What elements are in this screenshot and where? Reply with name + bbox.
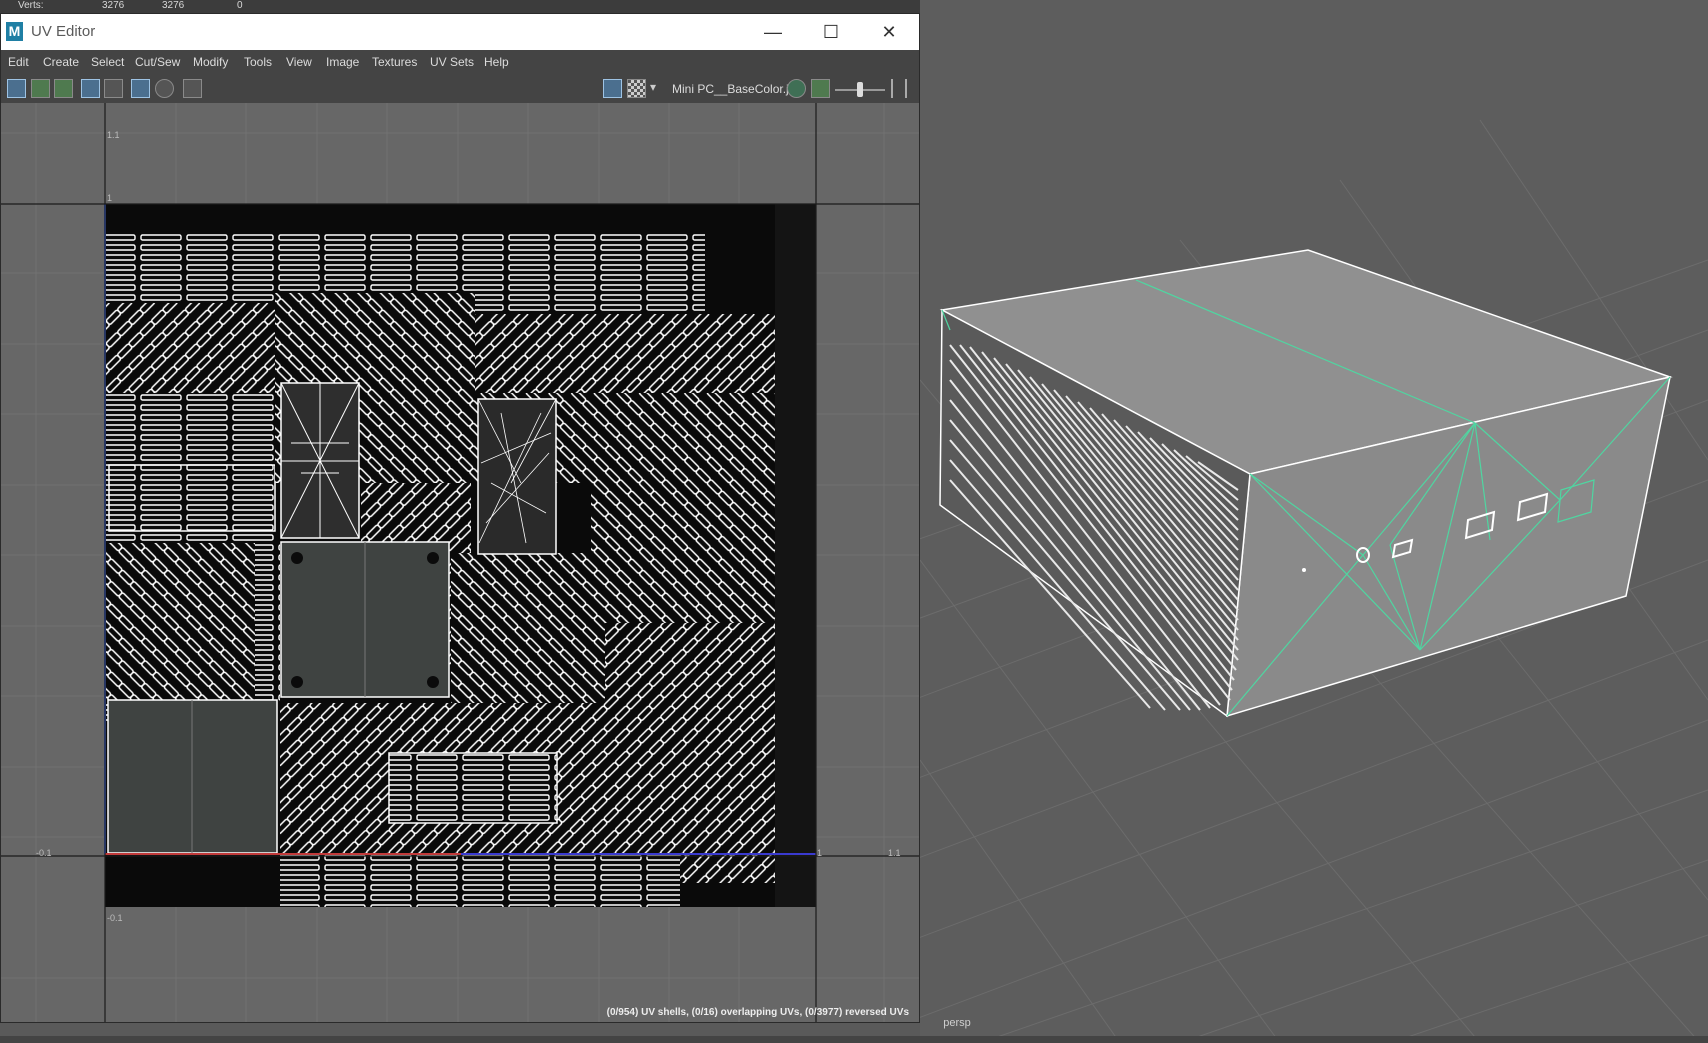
uv-grid-view [1,103,919,1022]
uv-canvas[interactable]: 1.1 1 -0.1 -0.1 1 1.1 (0/954) UV shells,… [1,103,919,1022]
texture-icon[interactable] [104,79,123,98]
color-manage-icon[interactable] [787,79,806,98]
verts-value-3: 0 [237,0,243,11]
camera-label: persp [943,1017,971,1029]
menu-view[interactable]: View [286,55,312,69]
menu-modify[interactable]: Modify [193,55,228,69]
menu-image[interactable]: Image [326,55,359,69]
camera-icon[interactable] [183,79,202,98]
window-title: UV Editor [31,23,96,40]
uv-shell-select-icon[interactable] [7,79,26,98]
texture-name-label[interactable]: Mini PC__BaseColor.j [672,82,789,96]
axis-label-left-neg: -0.1 [36,848,52,858]
maximize-button[interactable]: ☐ [802,14,860,50]
uv-texture-image[interactable] [104,204,816,907]
title-bar[interactable]: M UV Editor — ☐ ✕ [1,14,919,50]
checker-icon[interactable] [131,79,150,98]
display-image-icon[interactable] [603,79,622,98]
axis-label-bottom-1-1: 1.1 [888,848,901,858]
uv-toolbar: ▾ Mini PC__BaseColor.j [1,75,919,103]
menu-uv-sets[interactable]: UV Sets [430,55,474,69]
gamma-icon[interactable] [891,79,907,98]
top-status-strip: Verts: 3276 3276 0 [0,0,920,13]
verts-value-2: 3276 [162,0,185,11]
uv-status-readout: (0/954) UV shells, (0/16) overlapping UV… [606,1007,909,1018]
verts-label: Verts: [18,0,44,11]
exposure-slider-knob[interactable] [857,82,863,97]
menu-edit[interactable]: Edit [8,55,29,69]
menu-textures[interactable]: Textures [372,55,417,69]
menu-help[interactable]: Help [484,55,509,69]
uv-snapshot-icon[interactable] [54,79,73,98]
isolate-icon[interactable] [155,79,174,98]
maya-logo-icon: M [6,22,23,41]
mini-pc-mesh[interactable] [939,249,1673,718]
axis-label-top-1: 1 [107,193,113,203]
bottom-bar [0,1036,1708,1043]
perspective-viewport[interactable] [920,0,1708,1043]
uv-shell-wire-a [280,382,360,539]
axis-label-top-1-1: 1.1 [107,130,120,140]
axis-label-bottom-1: 1 [817,848,823,858]
frame-icon[interactable] [81,79,100,98]
checker-map-icon[interactable] [627,79,646,98]
uv-select-icon[interactable] [31,79,50,98]
uv-editor-window[interactable]: M UV Editor — ☐ ✕ Edit Create Select Cut… [0,13,920,1023]
menu-bar: Edit Create Select Cut/Sew Modify Tools … [1,50,919,75]
verts-value-1: 3276 [102,0,125,11]
exposure-icon[interactable] [811,79,830,98]
viewport-scene [920,119,1708,1043]
menu-cut-sew[interactable]: Cut/Sew [135,55,180,69]
minimize-button[interactable]: — [744,14,802,50]
texture-dropdown-arrow[interactable]: ▾ [650,80,656,94]
menu-select[interactable]: Select [91,55,124,69]
axis-label-bottom-neg: -0.1 [107,913,123,923]
menu-create[interactable]: Create [43,55,79,69]
menu-tools[interactable]: Tools [244,55,272,69]
close-button[interactable]: ✕ [860,14,918,50]
